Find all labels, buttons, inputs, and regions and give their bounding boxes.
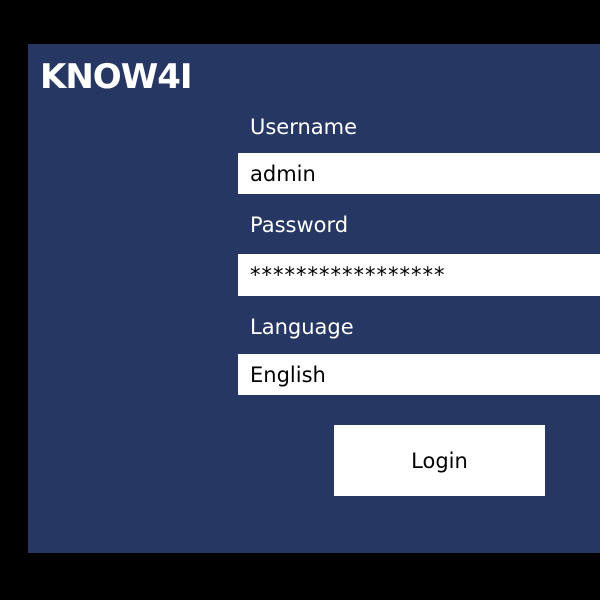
password-label: Password: [250, 213, 349, 237]
username-label: Username: [250, 115, 358, 139]
password-field[interactable]: *****************: [238, 254, 600, 296]
login-button[interactable]: Login: [334, 425, 545, 496]
brand-logo: KNOW4I: [40, 57, 193, 97]
language-label: Language: [250, 315, 354, 339]
language-select[interactable]: English: [238, 354, 600, 395]
username-field[interactable]: admin: [238, 153, 600, 194]
login-panel: KNOW4I Username admin Password *********…: [28, 44, 600, 553]
